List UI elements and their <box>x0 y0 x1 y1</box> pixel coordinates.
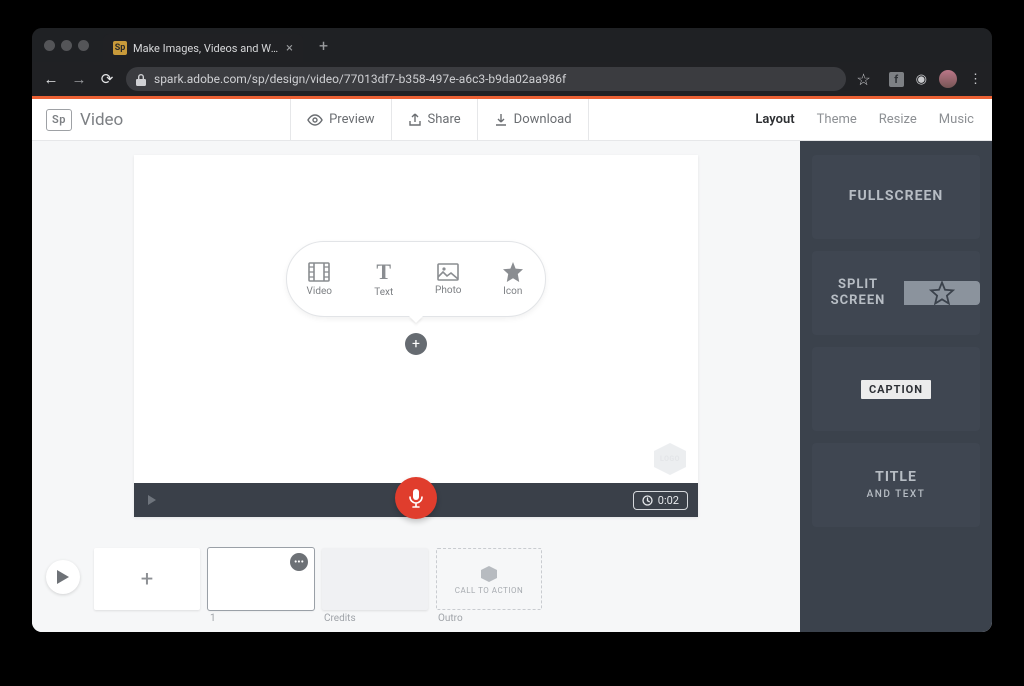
insert-icon[interactable]: Icon <box>488 262 538 297</box>
timeline: + ••• CALL TO ACTION <box>32 536 800 632</box>
download-button[interactable]: Download <box>477 99 589 140</box>
nav-theme[interactable]: Theme <box>817 112 857 127</box>
bookmark-star-icon[interactable]: ☆ <box>856 70 870 89</box>
browser-tab[interactable]: Sp Make Images, Videos and Web… × <box>103 34 303 62</box>
preview-label: Preview <box>329 112 374 127</box>
layout-fullscreen[interactable]: FULLSCREEN <box>812 155 980 239</box>
slide-1[interactable]: ••• <box>208 548 314 610</box>
preview-button[interactable]: Preview <box>290 99 390 140</box>
add-content-button[interactable]: + <box>405 333 427 355</box>
share-icon <box>408 112 422 127</box>
insert-photo-label: Photo <box>435 285 461 296</box>
add-slide-button[interactable]: + <box>94 548 200 610</box>
url-text: spark.adobe.com/sp/design/video/77013df7… <box>154 72 566 86</box>
header-nav: Layout Theme Resize Music <box>755 99 992 140</box>
play-small-icon[interactable] <box>146 492 158 508</box>
lock-icon <box>136 72 146 85</box>
favicon: Sp <box>113 41 127 55</box>
maximize-window[interactable] <box>78 40 89 51</box>
text-icon: T <box>376 261 391 283</box>
cta-label: CALL TO ACTION <box>455 586 523 595</box>
slide-menu-icon[interactable]: ••• <box>290 553 308 571</box>
star-icon <box>502 262 524 282</box>
close-window[interactable] <box>44 40 55 51</box>
eye-icon <box>307 112 323 127</box>
forward-button[interactable]: → <box>70 70 88 88</box>
logo-placeholder[interactable]: LOGO <box>652 443 688 475</box>
tab-close-icon[interactable]: × <box>286 42 293 55</box>
split-preview <box>904 281 980 305</box>
layout-title-sub: AND TEXT <box>867 489 926 502</box>
layout-split-label-a: SPLIT <box>838 277 878 292</box>
insert-text[interactable]: T Text <box>359 261 409 298</box>
popover-tail <box>409 316 423 323</box>
share-button[interactable]: Share <box>391 99 477 140</box>
extension-dot-icon[interactable]: ◉ <box>916 72 927 87</box>
slide-credits[interactable] <box>322 548 428 610</box>
canvas[interactable]: Video T Text Photo <box>134 155 698 517</box>
slide-outro-label: Outro <box>436 613 542 624</box>
insert-icon-label: Icon <box>503 286 522 297</box>
stage-wrap: Video T Text Photo <box>32 141 800 536</box>
url-bar[interactable]: spark.adobe.com/sp/design/video/77013df7… <box>126 67 846 91</box>
chrome-menu-icon[interactable]: ⋮ <box>969 72 982 87</box>
new-tab-button[interactable]: + <box>311 32 336 59</box>
layout-panel: FULLSCREEN SPLIT SCREEN <box>800 141 992 632</box>
slide-credits-label: Credits <box>322 613 428 624</box>
nav-layout[interactable]: Layout <box>755 112 794 127</box>
play-button[interactable] <box>46 560 80 594</box>
profile-avatar[interactable] <box>939 70 957 88</box>
hexagon-icon <box>480 563 498 582</box>
tab-title: Make Images, Videos and Web… <box>133 42 280 55</box>
insert-video-label: Video <box>307 286 332 297</box>
insert-photo[interactable]: Photo <box>423 263 473 296</box>
share-label: Share <box>428 112 461 127</box>
layout-caption-label: CAPTION <box>861 380 931 399</box>
tab-strip: Sp Make Images, Videos and Web… × + <box>32 28 992 62</box>
layout-caption[interactable]: CAPTION <box>812 347 980 431</box>
layout-title-text[interactable]: TITLE AND TEXT <box>812 443 980 527</box>
extension-icons: f ◉ ⋮ <box>889 70 982 88</box>
header-actions: Preview Share Download <box>290 99 588 140</box>
layout-split-screen[interactable]: SPLIT SCREEN <box>812 251 980 335</box>
photo-icon <box>437 263 459 281</box>
download-icon <box>494 112 508 127</box>
extension-facebook-icon[interactable]: f <box>889 72 904 87</box>
insert-text-label: Text <box>374 287 393 298</box>
brand-logo: Sp <box>46 109 72 131</box>
address-bar: ← → ⟳ spark.adobe.com/sp/design/video/77… <box>32 62 992 96</box>
layout-split-label-b: SCREEN <box>831 293 886 308</box>
slide-1-label: 1 <box>208 613 314 624</box>
minimize-window[interactable] <box>61 40 72 51</box>
brand[interactable]: Sp Video <box>46 109 123 131</box>
duration-value: 0:02 <box>658 494 679 507</box>
reload-button[interactable]: ⟳ <box>98 70 116 88</box>
duration-pill[interactable]: 0:02 <box>633 491 688 510</box>
insert-popover: Video T Text Photo <box>286 241 546 317</box>
window-controls <box>44 40 89 51</box>
record-button[interactable] <box>395 477 437 519</box>
back-button[interactable]: ← <box>42 70 60 88</box>
main: Video T Text Photo <box>32 141 992 632</box>
microphone-icon <box>408 488 424 509</box>
nav-resize[interactable]: Resize <box>879 112 917 127</box>
video-icon <box>308 262 330 282</box>
download-label: Download <box>514 112 572 127</box>
clock-icon <box>642 494 653 507</box>
brand-name: Video <box>80 110 123 130</box>
slide-outro[interactable]: CALL TO ACTION <box>436 548 542 610</box>
layout-title-label: TITLE <box>875 469 917 485</box>
insert-video[interactable]: Video <box>294 262 344 297</box>
nav-music[interactable]: Music <box>939 112 974 127</box>
stage-column: Video T Text Photo <box>32 141 800 632</box>
layout-fullscreen-label: FULLSCREEN <box>849 188 943 206</box>
logo-placeholder-label: LOGO <box>660 455 680 463</box>
browser-window: Sp Make Images, Videos and Web… × + ← → … <box>32 28 992 632</box>
app-viewport: Sp Video Preview Share <box>32 96 992 632</box>
playback-bar: 0:02 <box>134 483 698 517</box>
app-header: Sp Video Preview Share <box>32 99 992 141</box>
star-outline-icon <box>929 281 955 305</box>
